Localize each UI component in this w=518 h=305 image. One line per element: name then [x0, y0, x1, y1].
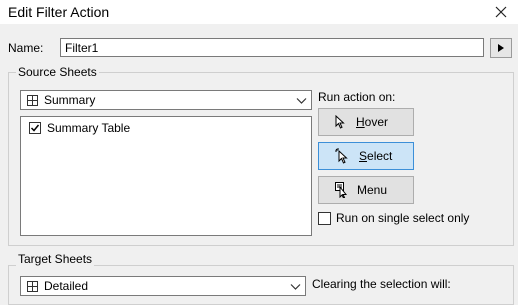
name-label: Name:: [8, 41, 43, 55]
pointer-icon: [335, 115, 345, 129]
source-sheets-list: Summary Table: [20, 116, 312, 236]
source-sheet-value: Summary: [44, 93, 96, 107]
sheet-grid-icon: [27, 94, 38, 106]
hover-label: Hover: [356, 115, 389, 129]
list-item[interactable]: Summary Table: [29, 121, 130, 135]
single-select-option[interactable]: Run on single select only: [318, 211, 469, 225]
target-sheet-value: Detailed: [44, 279, 89, 293]
title-bar: Edit Filter Action: [0, 0, 518, 24]
play-arrow-icon: [498, 44, 504, 52]
select-label: Select: [359, 149, 393, 163]
single-select-label: Run on single select only: [336, 211, 470, 225]
sheet-grid-icon: [27, 280, 38, 292]
source-sheet-dropdown[interactable]: Summary: [20, 90, 312, 110]
source-sheets-title: Source Sheets: [16, 65, 99, 79]
clearing-selection-label: Clearing the selection will:: [312, 277, 451, 291]
sheet-checkbox[interactable]: [29, 122, 41, 134]
menu-button[interactable]: Menu: [318, 176, 414, 204]
target-sheets-title: Target Sheets: [16, 252, 95, 266]
chevron-down-icon: [296, 98, 307, 104]
hover-button[interactable]: Hover: [318, 108, 414, 136]
close-button[interactable]: [484, 0, 518, 24]
chevron-down-icon: [290, 284, 301, 290]
sheet-label: Summary Table: [47, 121, 131, 135]
name-label-text: Name:: [8, 41, 44, 55]
menu-pointer-icon: [335, 182, 348, 198]
close-icon: [495, 6, 507, 18]
single-select-checkbox[interactable]: [318, 211, 331, 225]
menu-label: Menu: [357, 183, 388, 197]
select-button[interactable]: Select: [318, 142, 414, 170]
window-title: Edit Filter Action: [8, 4, 110, 20]
insert-field-button[interactable]: [490, 38, 512, 58]
target-sheet-dropdown[interactable]: Detailed: [20, 276, 306, 296]
click-pointer-icon: [335, 148, 348, 164]
name-input[interactable]: [60, 38, 484, 57]
run-action-label: Run action on:: [318, 90, 396, 104]
checkmark-icon: [30, 124, 40, 132]
